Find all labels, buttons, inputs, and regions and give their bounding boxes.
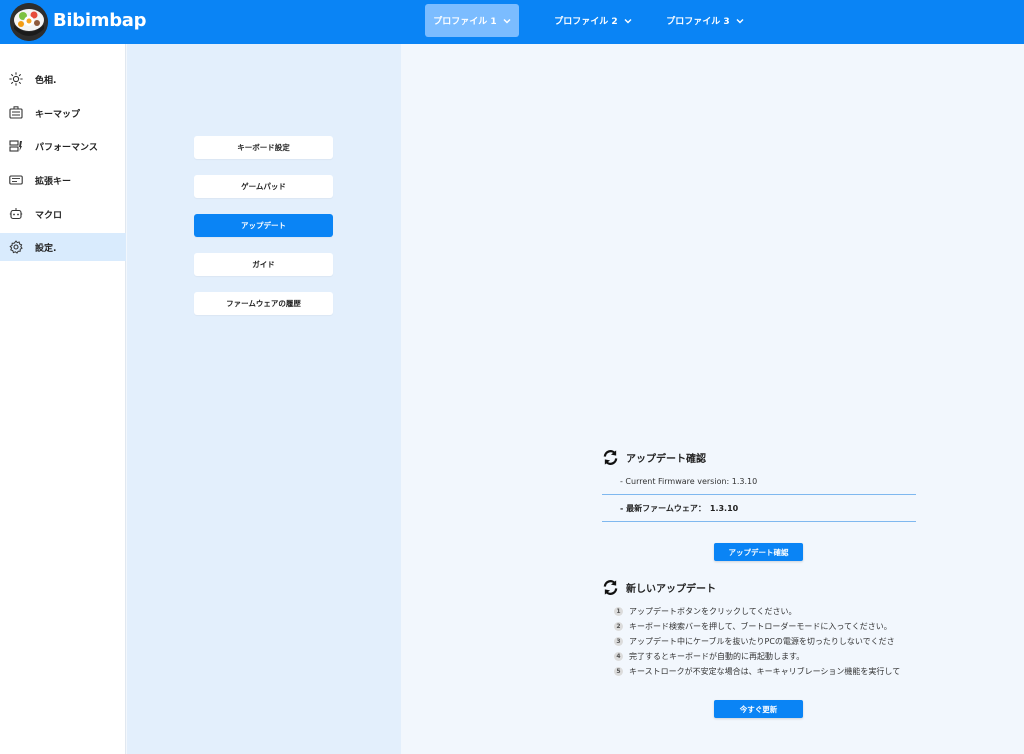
sun-icon bbox=[9, 72, 23, 86]
gear-icon bbox=[9, 240, 23, 254]
sidebar-item-label: パフォーマンス bbox=[35, 142, 98, 153]
current-firmware-row: - Current Firmware version: 1.3.10 bbox=[602, 469, 916, 495]
app-logo bbox=[10, 3, 48, 41]
check-update-button[interactable]: アップデート確認 bbox=[714, 543, 803, 561]
sidebar-item-extended-key[interactable]: 拡張キー bbox=[0, 166, 126, 194]
profile-tab-2[interactable]: プロファイル 2 bbox=[540, 4, 646, 37]
step-number: 4 bbox=[614, 652, 623, 661]
chevron-down-icon bbox=[624, 18, 632, 23]
step-number: 1 bbox=[614, 607, 623, 616]
settings-item-gamepad[interactable]: ゲームパッド bbox=[194, 175, 333, 198]
step-text: キーボード検索バーを押して、ブートローダーモードに入ってください。 bbox=[629, 622, 892, 631]
sidebar-item-settings[interactable]: 設定. bbox=[0, 233, 126, 261]
sidebar-item-performance[interactable]: パフォーマンス bbox=[0, 132, 126, 160]
update-step: 3 アップデート中にケーブルを抜いたりPCの電源を切ったりしないでくださ bbox=[614, 636, 895, 647]
main-content bbox=[401, 44, 1024, 754]
new-update-title: 新しいアップデート bbox=[626, 584, 716, 595]
sidebar-item-hue[interactable]: 色相. bbox=[0, 65, 126, 93]
update-step: 5 キーストロークが不安定な場合は、キーキャリブレーション機能を実行して bbox=[614, 666, 900, 677]
profile-tab-label: プロファイル 1 bbox=[433, 17, 497, 27]
update-check-title: アップデート確認 bbox=[626, 454, 706, 465]
settings-menu-panel: キーボード設定 ゲームパッド アップデート ガイド ファームウェアの履歴 bbox=[127, 44, 401, 754]
current-firmware-label: - Current Firmware version: 1.3.10 bbox=[620, 477, 758, 486]
new-update-heading: 新しいアップデート bbox=[602, 579, 716, 596]
sync-icon bbox=[603, 580, 618, 595]
sidebar-item-keymap[interactable]: キーマップ bbox=[0, 99, 126, 127]
settings-item-keyboard[interactable]: キーボード設定 bbox=[194, 136, 333, 159]
chevron-down-icon bbox=[736, 18, 744, 23]
profile-tab-3[interactable]: プロファイル 3 bbox=[652, 4, 758, 37]
step-number: 2 bbox=[614, 622, 623, 631]
step-text: アップデート中にケーブルを抜いたりPCの電源を切ったりしないでくださ bbox=[629, 637, 895, 646]
keyboard-icon bbox=[9, 106, 23, 119]
extended-key-icon bbox=[9, 175, 23, 185]
profile-tab-1[interactable]: プロファイル 1 bbox=[425, 4, 519, 37]
step-text: アップデートボタンをクリックしてください。 bbox=[629, 607, 797, 616]
sidebar-item-label: キーマップ bbox=[35, 109, 81, 120]
step-number: 5 bbox=[614, 667, 623, 676]
sync-icon bbox=[603, 450, 618, 465]
step-number: 3 bbox=[614, 637, 623, 646]
latest-firmware-label: - 最新ファームウェア： bbox=[620, 504, 706, 513]
performance-icon bbox=[9, 140, 22, 152]
settings-item-guide[interactable]: ガイド bbox=[194, 253, 333, 276]
step-text: キーストロークが不安定な場合は、キーキャリブレーション機能を実行して bbox=[629, 667, 901, 676]
settings-item-firmware-history[interactable]: ファームウェアの履歴 bbox=[194, 292, 333, 315]
update-check-heading: アップデート確認 bbox=[602, 449, 706, 466]
sidebar-item-macro[interactable]: マクロ bbox=[0, 200, 126, 228]
sidebar-item-label: 設定. bbox=[35, 243, 57, 254]
step-text: 完了するとキーボードが自動的に再起動します。 bbox=[629, 652, 805, 661]
latest-firmware-row: - 最新ファームウェア： 1.3.10 bbox=[602, 496, 916, 522]
sidebar-item-label: 色相. bbox=[35, 75, 57, 86]
brand-name: Bibimbap bbox=[53, 10, 147, 31]
update-step: 2 キーボード検索バーを押して、ブートローダーモードに入ってください。 bbox=[614, 621, 892, 632]
profile-tab-label: プロファイル 2 bbox=[554, 17, 618, 27]
sidebar: 色相. キーマップ パフォーマンス 拡張キー マクロ 設定. bbox=[0, 44, 126, 754]
sidebar-item-label: マクロ bbox=[35, 210, 63, 221]
chevron-down-icon bbox=[503, 18, 511, 23]
settings-item-update[interactable]: アップデート bbox=[194, 214, 333, 237]
top-bar: Bibimbap プロファイル 1 プロファイル 2 プロファイル 3 bbox=[0, 0, 1024, 44]
update-now-button[interactable]: 今すぐ更新 bbox=[714, 700, 803, 718]
update-step: 1 アップデートボタンをクリックしてください。 bbox=[614, 606, 797, 617]
latest-firmware-value: 1.3.10 bbox=[709, 504, 739, 513]
sidebar-item-label: 拡張キー bbox=[35, 176, 72, 187]
robot-icon bbox=[9, 208, 23, 220]
update-step: 4 完了するとキーボードが自動的に再起動します。 bbox=[614, 651, 804, 662]
profile-tab-label: プロファイル 3 bbox=[666, 17, 730, 27]
